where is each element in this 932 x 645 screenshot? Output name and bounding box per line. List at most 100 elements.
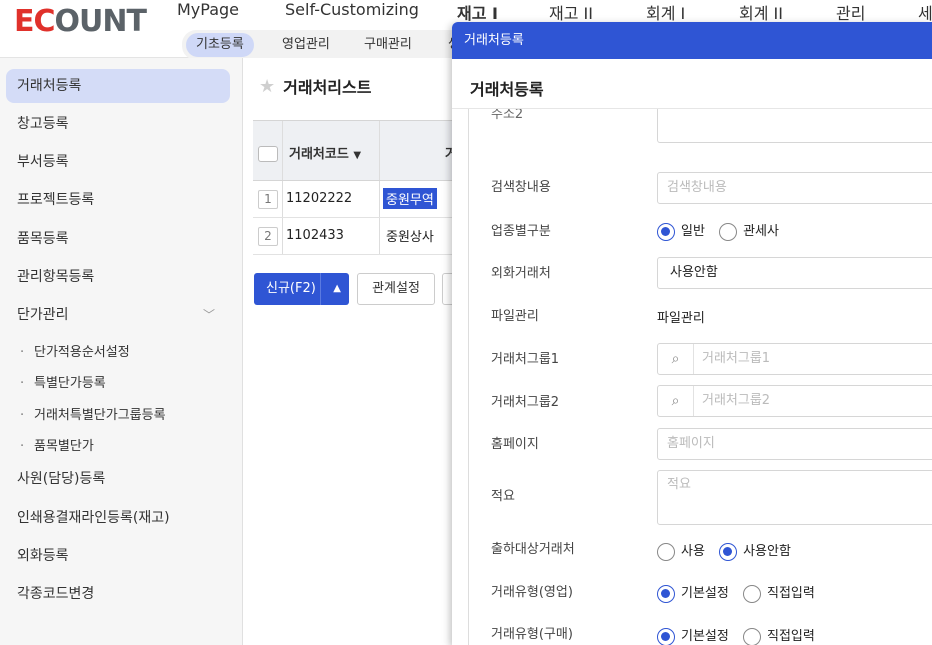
label-foreign-currency: 외화거래처 — [491, 266, 551, 281]
group1-placeholder: 거래처그룹1 — [702, 351, 771, 366]
label-customer-group2: 거래처그룹2 — [491, 395, 560, 410]
radio-label: 사용안함 — [743, 544, 791, 559]
label-shipping-target: 출하대상거래처 — [491, 542, 575, 557]
row-code[interactable]: 11202222 — [286, 191, 352, 206]
sidebar-item-currency[interactable]: 외화등록 — [6, 539, 230, 573]
column-header-code[interactable]: 거래처코드 ▼ — [289, 143, 361, 162]
radio-option-use[interactable]: 사용 — [657, 540, 705, 561]
nav-mypage[interactable]: MyPage — [177, 0, 239, 19]
radio-label: 기본설정 — [681, 586, 729, 601]
nav-more[interactable]: 세 — [918, 0, 932, 24]
customer-registration-modal: 거래처등록 거래처등록 주소2 검색창내용 검색창내용 업종별구분 일반 관세사… — [452, 22, 932, 645]
label-customer-group1: 거래처그룹1 — [491, 352, 560, 367]
sidebar-subitem-price-order[interactable]: · 단가적용순서설정 — [20, 341, 130, 360]
relation-settings-button[interactable]: 관계설정 — [357, 273, 435, 305]
subnav-basic-registration[interactable]: 기초등록 — [186, 33, 254, 57]
radio-option-default[interactable]: 기본설정 — [657, 582, 729, 603]
search-content-input[interactable]: 검색창내용 — [657, 172, 932, 204]
search-icon[interactable]: ⌕ — [658, 386, 694, 416]
row-number[interactable]: 2 — [258, 227, 278, 246]
label-address2: 주소2 — [491, 109, 524, 122]
address2-input[interactable] — [657, 109, 932, 143]
chevron-down-icon: ﹀ — [202, 308, 215, 322]
nav-inventory-1[interactable]: 재고 I — [457, 0, 498, 24]
nav-accounting-1[interactable]: 회계 I — [646, 0, 685, 24]
foreign-currency-select[interactable]: 사용안함 — [657, 257, 932, 289]
new-button[interactable]: 신규(F2) ▲ — [254, 273, 349, 305]
bullet-icon: · — [20, 376, 25, 391]
subnav-purchase-management[interactable]: 구매관리 — [354, 33, 422, 57]
file-management-link[interactable]: 파일관리 — [657, 307, 705, 326]
radio-label: 사용 — [681, 544, 705, 559]
nav-accounting-2[interactable]: 회계 II — [739, 0, 783, 24]
row-check-cell: 1 — [253, 181, 283, 217]
radio-option-default[interactable]: 기본설정 — [657, 625, 729, 645]
row-name[interactable]: 중원무역 — [383, 188, 437, 209]
caret-up-icon[interactable]: ▲ — [333, 273, 341, 305]
sort-down-icon: ▼ — [353, 150, 362, 161]
row-check-cell: 2 — [253, 218, 283, 254]
row-name[interactable]: 중원상사 — [383, 225, 437, 246]
modal-titlebar[interactable]: 거래처등록 — [452, 22, 932, 59]
radio-option-customs[interactable]: 관세사 — [719, 220, 779, 241]
sidebar-subitem-special-price[interactable]: · 특별단가등록 — [20, 372, 106, 391]
nav-inventory-2[interactable]: 재고 II — [549, 0, 593, 24]
column-divider — [379, 218, 380, 254]
radio-selected[interactable] — [657, 222, 675, 241]
radio-option-direct[interactable]: 직접입력 — [742, 625, 815, 645]
sidebar-item-management-item[interactable]: 관리항목등록 — [6, 260, 230, 294]
label-memo: 적요 — [491, 489, 515, 504]
logo-ount: OUNT — [54, 3, 147, 39]
sidebar-subitem-item-price[interactable]: · 품목별단가 — [20, 435, 94, 454]
sidebar-item-project[interactable]: 프로젝트등록 — [6, 183, 230, 217]
radio-unselected[interactable] — [657, 542, 675, 561]
radio-unselected[interactable] — [719, 222, 738, 241]
sidebar-item-code-change[interactable]: 각종코드변경 — [6, 577, 230, 611]
customer-group1-input[interactable]: ⌕ 거래처그룹1 — [657, 343, 932, 375]
nav-management[interactable]: 관리 — [836, 0, 865, 24]
sidebar-item-price-management[interactable]: 단가관리 ﹀ — [6, 298, 230, 332]
label-homepage: 홈페이지 — [491, 437, 539, 452]
select-all-checkbox[interactable] — [258, 146, 278, 162]
label-file-management: 파일관리 — [491, 309, 539, 324]
sidebar-item-item[interactable]: 품목등록 — [6, 222, 230, 256]
radio-selected[interactable] — [657, 627, 675, 645]
shipping-target-radios: 사용 사용안함 — [657, 540, 801, 561]
memo-textarea[interactable]: 적요 — [657, 470, 932, 525]
button-divider — [320, 273, 321, 305]
bullet-icon: · — [20, 439, 25, 454]
sidebar-item-warehouse[interactable]: 창고등록 — [6, 107, 230, 141]
radio-selected[interactable] — [719, 542, 738, 561]
sidebar-item-employee[interactable]: 사원(담당)등록 — [6, 462, 230, 496]
radio-label: 관세사 — [743, 224, 779, 239]
subitem-label: 특별단가등록 — [34, 376, 106, 391]
sidebar-subitem-customer-price-group[interactable]: · 거래처특별단가그룹등록 — [20, 404, 166, 423]
row-code[interactable]: 1102433 — [286, 228, 344, 243]
radio-option-direct[interactable]: 직접입력 — [742, 582, 815, 603]
sidebar-item-department[interactable]: 부서등록 — [6, 145, 230, 179]
ecount-logo[interactable]: EC OUNT — [14, 3, 147, 39]
subnav-sales-management[interactable]: 영업관리 — [272, 33, 340, 57]
row-number[interactable]: 1 — [258, 190, 278, 209]
label-search-content: 검색창내용 — [491, 180, 551, 195]
page-title-text: 거래처리스트 — [283, 78, 372, 97]
column-divider — [379, 121, 380, 180]
radio-selected[interactable] — [657, 584, 675, 603]
header-check-cell — [253, 121, 283, 180]
label-trade-type-purchase: 거래유형(구매) — [491, 627, 573, 642]
customer-group2-input[interactable]: ⌕ 거래처그룹2 — [657, 385, 932, 417]
trade-type-purchase-radios: 기본설정 직접입력 — [657, 625, 825, 645]
page-title: ★ 거래처리스트 — [259, 74, 371, 98]
radio-option-not-use[interactable]: 사용안함 — [719, 540, 791, 561]
star-icon[interactable]: ★ — [259, 76, 275, 97]
nav-self-customizing[interactable]: Self-Customizing — [285, 0, 419, 19]
radio-unselected[interactable] — [742, 627, 761, 645]
radio-unselected[interactable] — [742, 584, 761, 603]
radio-option-general[interactable]: 일반 — [657, 220, 705, 241]
search-icon[interactable]: ⌕ — [658, 344, 694, 374]
sidebar-item-print-approval[interactable]: 인쇄용결재라인등록(재고) — [6, 501, 230, 535]
sidebar-item-customer-registration[interactable]: 거래처등록 — [6, 69, 230, 103]
bullet-icon: · — [20, 408, 25, 423]
logo-ec: EC — [14, 3, 56, 39]
homepage-input[interactable]: 홈페이지 — [657, 428, 932, 460]
